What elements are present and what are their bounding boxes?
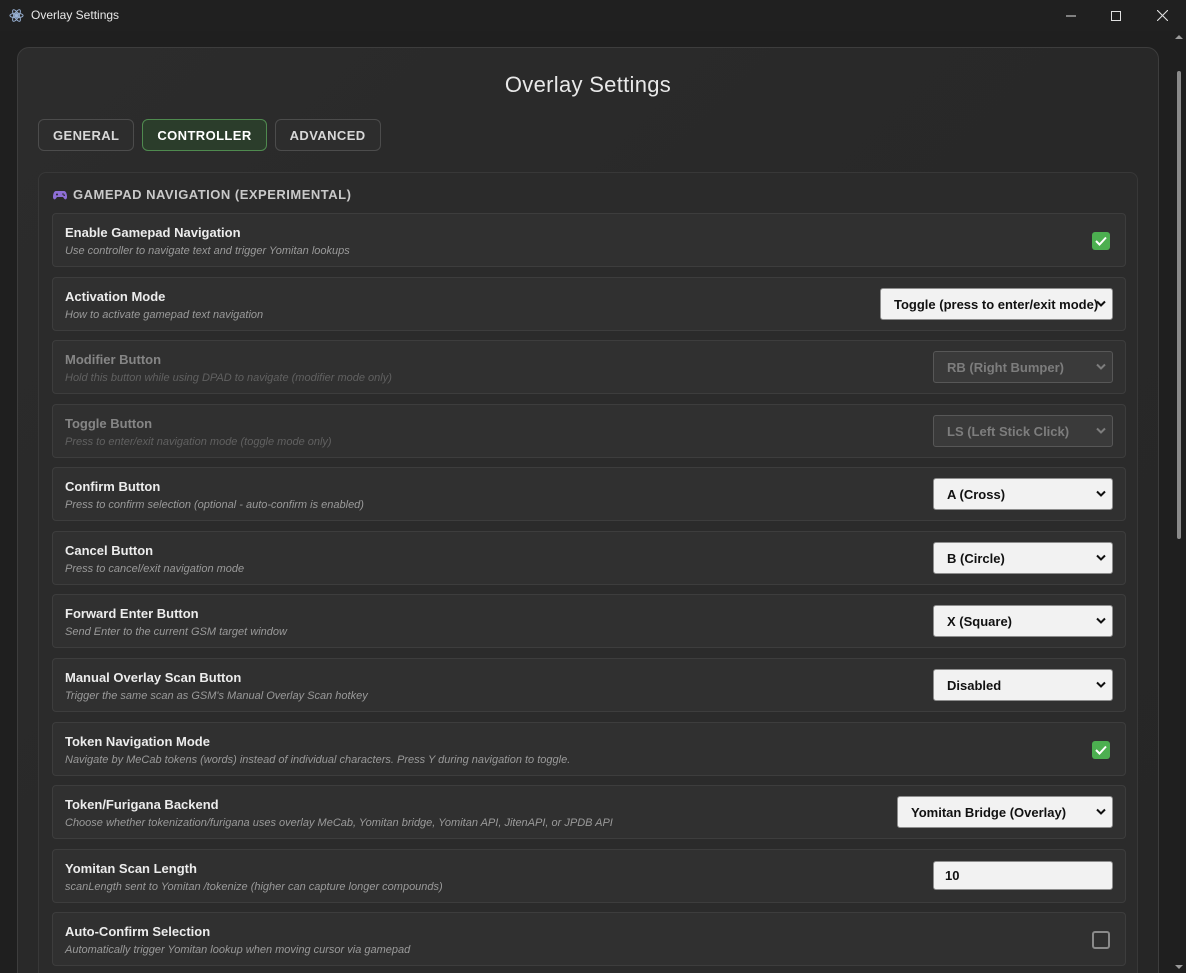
section-title: GAMEPAD NAVIGATION (EXPERIMENTAL) [73,187,352,202]
title-bar: Overlay Settings [0,0,1186,31]
minimize-icon [1066,15,1076,16]
setting-token-navigation: Token Navigation Mode Navigate by MeCab … [52,722,1126,776]
setting-description: Choose whether tokenization/furigana use… [65,817,613,829]
modifier-button-select[interactable]: RB (Right Bumper) [933,351,1113,383]
chevron-down-icon [1096,427,1106,434]
tab-general[interactable]: GENERAL [38,119,135,151]
gamepad-icon [53,190,67,199]
tab-bar: GENERAL CONTROLLER ADVANCED [38,119,381,151]
close-icon [1156,10,1168,21]
setting-label: Yomitan Scan Length [65,861,197,876]
setting-enable-gamepad: Enable Gamepad Navigation Use controller… [52,213,1126,267]
select-value: LS (Left Stick Click) [947,423,1070,439]
enable-gamepad-checkbox[interactable] [1092,232,1110,250]
setting-label: Activation Mode [65,289,166,304]
select-value: B (Circle) [947,550,1005,566]
select-value: Disabled [947,677,1002,693]
setting-label: Auto-Confirm Selection [65,924,211,939]
setting-label: Token/Furigana Backend [65,797,219,812]
setting-description: Press to cancel/exit navigation mode [65,563,245,575]
checkmark-icon [1095,236,1107,246]
toggle-button-select[interactable]: LS (Left Stick Click) [933,415,1113,447]
setting-modifier-button: Modifier Button Hold this button while u… [52,340,1126,394]
chevron-down-icon [1096,808,1106,815]
scroll-thumb[interactable] [1177,71,1181,539]
token-backend-select[interactable]: Yomitan Bridge (Overlay) [897,796,1113,828]
setting-description: Press to confirm selection (optional - a… [65,499,364,511]
select-value: Yomitan Bridge (Overlay) [911,804,1067,820]
setting-description: Navigate by MeCab tokens (words) instead… [65,754,571,766]
setting-label: Toggle Button [65,416,153,431]
setting-label: Forward Enter Button [65,606,199,621]
scroll-down-icon[interactable] [1175,964,1183,970]
setting-description: How to activate gamepad text navigation [65,309,264,321]
setting-auto-confirm: Auto-Confirm Selection Automatically tri… [52,912,1126,966]
setting-toggle-button: Toggle Button Press to enter/exit naviga… [52,404,1126,458]
maximize-button[interactable] [1093,0,1139,31]
setting-label: Enable Gamepad Navigation [65,225,241,240]
setting-activation-mode: Activation Mode How to activate gamepad … [52,277,1126,331]
setting-description: Automatically trigger Yomitan lookup whe… [65,944,411,956]
setting-token-backend: Token/Furigana Backend Choose whether to… [52,785,1126,839]
tab-advanced[interactable]: ADVANCED [274,119,381,151]
select-value: A (Cross) [947,486,1006,502]
page-title: Overlay Settings [504,72,672,97]
confirm-button-select[interactable]: A (Cross) [933,478,1113,510]
setting-description: Trigger the same scan as GSM's Manual Ov… [65,690,368,702]
setting-confirm-button: Confirm Button Press to confirm selectio… [52,467,1126,521]
setting-description: Send Enter to the current GSM target win… [65,626,287,638]
setting-cancel-button: Cancel Button Press to cancel/exit navig… [52,531,1126,585]
gamepad-section: GAMEPAD NAVIGATION (EXPERIMENTAL) Enable… [38,172,1138,973]
scrollbar[interactable] [1172,31,1186,973]
close-button[interactable] [1139,0,1185,31]
setting-label: Manual Overlay Scan Button [65,670,242,685]
select-value: RB (Right Bumper) [947,359,1064,375]
setting-label: Modifier Button [65,352,162,367]
setting-label: Confirm Button [65,479,161,494]
activation-mode-select[interactable]: Toggle (press to enter/exit mode) [880,288,1113,320]
chevron-down-icon [1096,490,1106,497]
scroll-up-icon[interactable] [1175,34,1183,40]
checkmark-icon [1095,745,1107,755]
setting-label: Token Navigation Mode [65,734,210,749]
chevron-down-icon [1096,617,1106,624]
app-icon [9,9,24,22]
setting-manual-scan: Manual Overlay Scan Button Trigger the s… [52,658,1126,712]
chevron-down-icon [1096,300,1106,307]
minimize-button[interactable] [1048,0,1094,31]
setting-description: Use controller to navigate text and trig… [65,245,350,257]
setting-description: Hold this button while using DPAD to nav… [65,372,392,384]
setting-description: scanLength sent to Yomitan /tokenize (hi… [65,881,443,893]
setting-description: Press to enter/exit navigation mode (tog… [65,436,332,448]
setting-label: Cancel Button [65,543,154,558]
select-value: X (Square) [947,613,1013,629]
chevron-down-icon [1096,554,1106,561]
settings-panel: Overlay Settings GENERAL CONTROLLER ADVA… [17,47,1159,973]
forward-enter-select[interactable]: X (Square) [933,605,1113,637]
auto-confirm-checkbox[interactable] [1092,931,1110,949]
manual-scan-select[interactable]: Disabled [933,669,1113,701]
select-value: Toggle (press to enter/exit mode) [894,296,1099,312]
cancel-button-select[interactable]: B (Circle) [933,542,1113,574]
setting-scan-length: Yomitan Scan Length scanLength sent to Y… [52,849,1126,903]
maximize-icon [1111,10,1121,21]
section-header: GAMEPAD NAVIGATION (EXPERIMENTAL) [53,187,351,202]
window-title: Overlay Settings [31,8,120,22]
token-navigation-checkbox[interactable] [1092,741,1110,759]
setting-forward-enter: Forward Enter Button Send Enter to the c… [52,594,1126,648]
chevron-down-icon [1096,363,1106,370]
chevron-down-icon [1096,681,1106,688]
scan-length-input[interactable]: 10 [933,861,1113,890]
tab-controller[interactable]: CONTROLLER [142,119,267,151]
